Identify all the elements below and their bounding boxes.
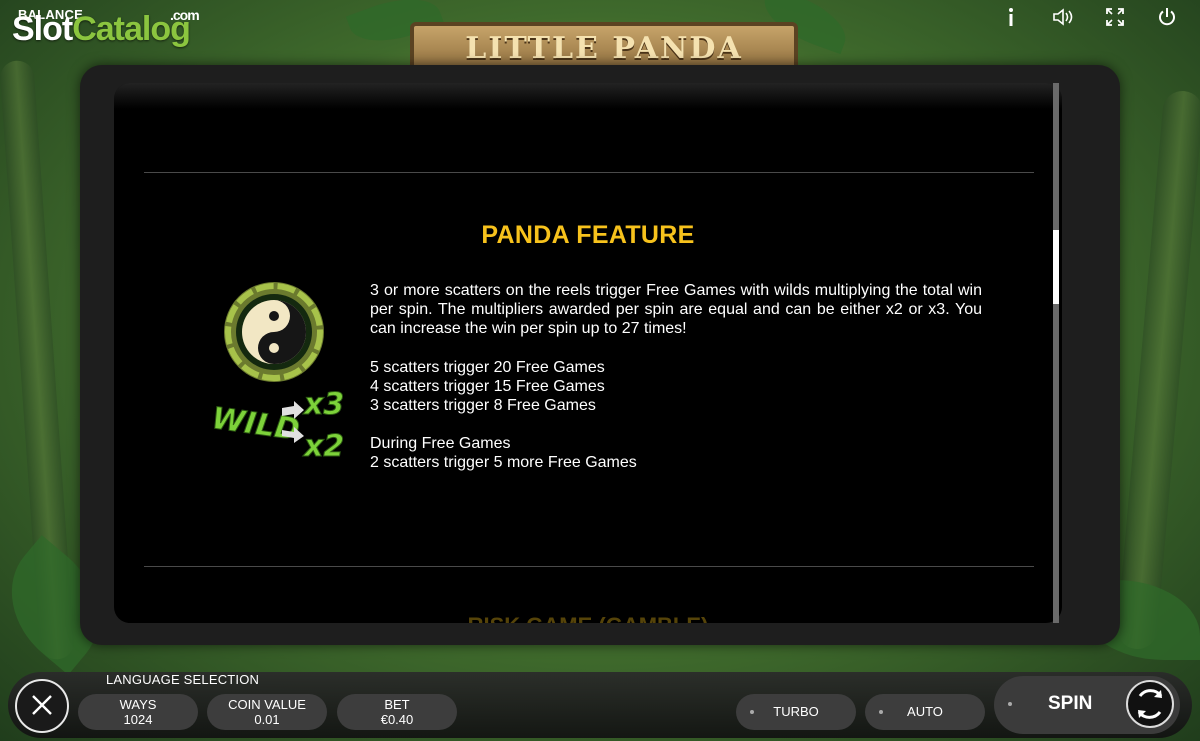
scatter-list: 5 scatters trigger 20 Free Games 4 scatt… — [370, 358, 982, 416]
multiplier-x2: x2 — [302, 429, 344, 464]
info-icon[interactable] — [1000, 6, 1022, 28]
turbo-label: TURBO — [773, 704, 819, 719]
auto-label: AUTO — [907, 704, 943, 719]
spin-circle[interactable] — [1126, 680, 1174, 728]
coin-value-label: COIN VALUE — [228, 697, 306, 712]
close-paytable-button[interactable] — [15, 679, 69, 733]
panda-feature-illustration: WILD x3 x2 — [209, 280, 362, 470]
free-games-retrigger: 2 scatters trigger 5 more Free Games — [370, 454, 637, 472]
coin-value-selector[interactable]: COIN VALUE 0.01 — [207, 694, 327, 730]
slotcatalog-watermark: SlotCatalog .com — [12, 8, 200, 48]
feature-description: 3 or more scatters on the reels trigger … — [370, 281, 982, 473]
close-icon — [32, 695, 52, 715]
watermark-part1: Slot — [12, 10, 73, 48]
feature-paragraph: 3 or more scatters on the reels trigger … — [370, 282, 982, 338]
refresh-icon — [1137, 689, 1163, 719]
section-divider-top — [144, 172, 1034, 173]
spin-label: SPIN — [1048, 693, 1093, 714]
scatter-yin-yang-icon: WILD x3 x2 — [209, 282, 345, 465]
power-icon[interactable] — [1156, 6, 1178, 28]
paytable-scroll-thumb[interactable] — [1053, 230, 1059, 304]
ways-value: 1024 — [123, 712, 153, 727]
ways-display: WAYS 1024 — [78, 694, 198, 730]
sound-icon[interactable] — [1052, 6, 1074, 28]
list-item: 3 scatters trigger 8 Free Games — [370, 397, 596, 415]
auto-button[interactable]: AUTO — [865, 694, 985, 730]
bet-value: €0.40 — [380, 712, 414, 727]
next-section-title: RISK GAME (GAMBLE) — [114, 613, 1062, 623]
free-games-info: During Free Games 2 scatters trigger 5 m… — [370, 434, 982, 472]
list-item: 5 scatters trigger 20 Free Games — [370, 358, 605, 376]
watermark-suffix: .com — [170, 7, 200, 23]
section-divider-bottom — [144, 566, 1034, 567]
paytable-scrollbar[interactable] — [1053, 83, 1059, 623]
bet-label: BET — [384, 697, 410, 712]
list-item: 4 scatters trigger 15 Free Games — [370, 377, 605, 395]
language-selection[interactable]: LANGUAGE SELECTION — [106, 672, 259, 687]
bet-selector[interactable]: BET €0.40 — [337, 694, 457, 730]
free-games-heading: During Free Games — [370, 435, 511, 453]
multiplier-x3: x3 — [302, 387, 344, 422]
fullscreen-icon[interactable] — [1104, 6, 1126, 28]
top-controls — [1000, 6, 1178, 28]
coin-value-value: 0.01 — [254, 712, 280, 727]
turbo-toggle[interactable]: TURBO — [736, 694, 856, 730]
ways-label: WAYS — [119, 697, 157, 712]
section-title: PANDA FEATURE — [481, 221, 695, 249]
